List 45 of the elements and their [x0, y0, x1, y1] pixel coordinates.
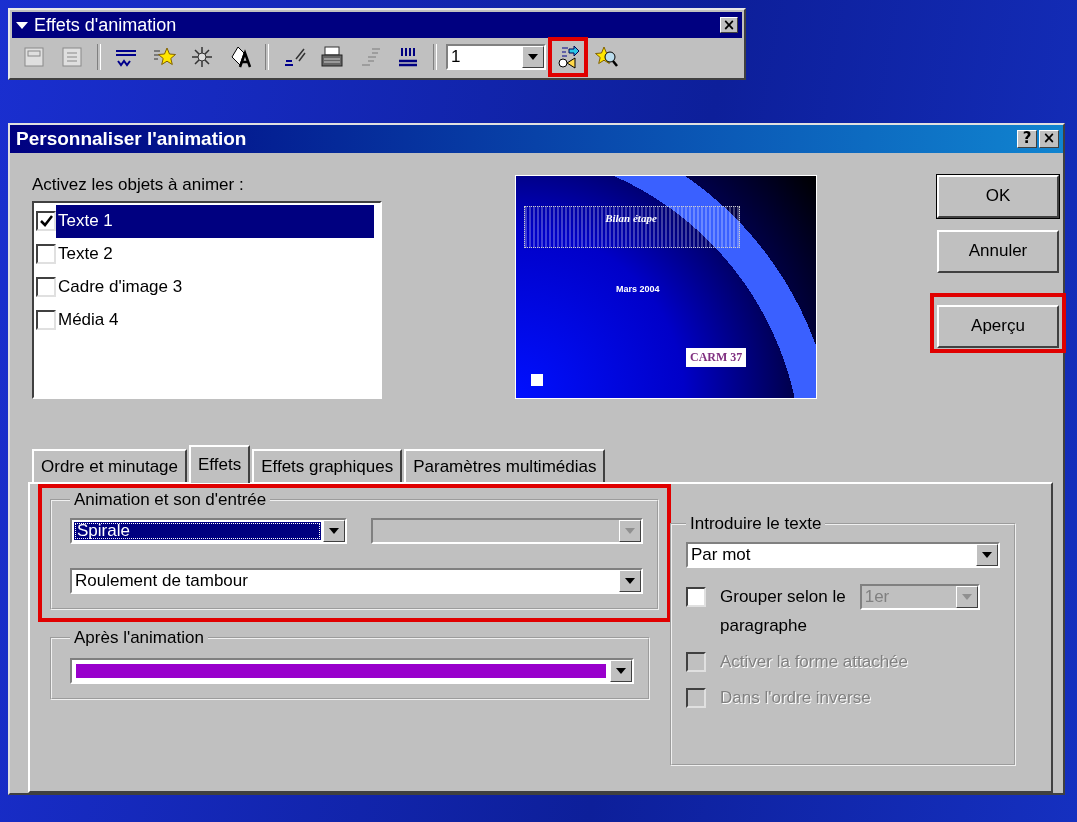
tab[interactable]: Effets [189, 445, 251, 484]
order-dropdown[interactable]: 1 [446, 44, 546, 70]
checkbox[interactable] [36, 244, 56, 265]
checkbox[interactable] [686, 587, 706, 608]
dialog-button[interactable]: OK [937, 174, 1059, 218]
color-dropdown[interactable] [70, 658, 634, 685]
checkbox-label: Activer la forme attachée [720, 652, 909, 673]
star-magnifier-icon[interactable] [594, 45, 618, 69]
list-item[interactable]: Cadre d'image 3 [56, 274, 374, 301]
slide-subtitle: Mars 2004 [616, 283, 660, 294]
list-item[interactable]: Média 4 [56, 307, 374, 334]
tab[interactable]: Effets graphiques [252, 449, 403, 483]
checkmark-icon [39, 214, 53, 229]
caret-icon[interactable] [16, 21, 28, 29]
slide-title: Bilan étape [604, 211, 658, 224]
checkbox-label: paragraphe [720, 616, 808, 637]
checkbox[interactable] [36, 277, 56, 298]
group-title: Introduire le texte [689, 514, 823, 535]
close-button[interactable]: × [720, 17, 738, 33]
help-button[interactable]: ? [1017, 129, 1037, 148]
dialog-title: Personnaliser l'animation [16, 127, 248, 150]
list-label: Activez les objets à animer : [32, 174, 245, 195]
checkbox-label: Grouper selon le [720, 587, 846, 608]
speaker-arrow-icon[interactable] [556, 45, 580, 69]
close-button[interactable]: × [1039, 129, 1059, 148]
text-mode-dropdown[interactable]: Par mot [686, 542, 1000, 569]
checkbox-label: Dans l'ordre inverse [720, 688, 871, 709]
toolbar-title: Effets d'animation [34, 14, 178, 36]
checkbox[interactable] [36, 211, 56, 232]
group-title: Après l'animation [73, 628, 205, 649]
dialog-button[interactable]: Aperçu [937, 304, 1059, 348]
typewriter-icon[interactable] [320, 45, 344, 69]
list-item[interactable]: Texte 2 [56, 241, 374, 268]
group-title: Animation et son d'entrée [73, 490, 268, 511]
effect-dropdown[interactable]: Spirale [70, 518, 347, 545]
burst-icon[interactable] [190, 45, 214, 69]
tab[interactable]: Ordre et minutage [32, 449, 187, 483]
checkbox[interactable] [36, 310, 56, 331]
list-item[interactable]: Texte 1 [56, 204, 374, 238]
tab[interactable]: Paramètres multimédias [404, 449, 606, 483]
sound-dropdown[interactable]: Roulement de tambour [70, 568, 643, 595]
dialog-button[interactable]: Annuler [937, 229, 1059, 273]
columns-icon[interactable] [396, 45, 420, 69]
slide-nav-icon [531, 373, 543, 386]
slide-logo: CARM 37 [686, 347, 747, 367]
